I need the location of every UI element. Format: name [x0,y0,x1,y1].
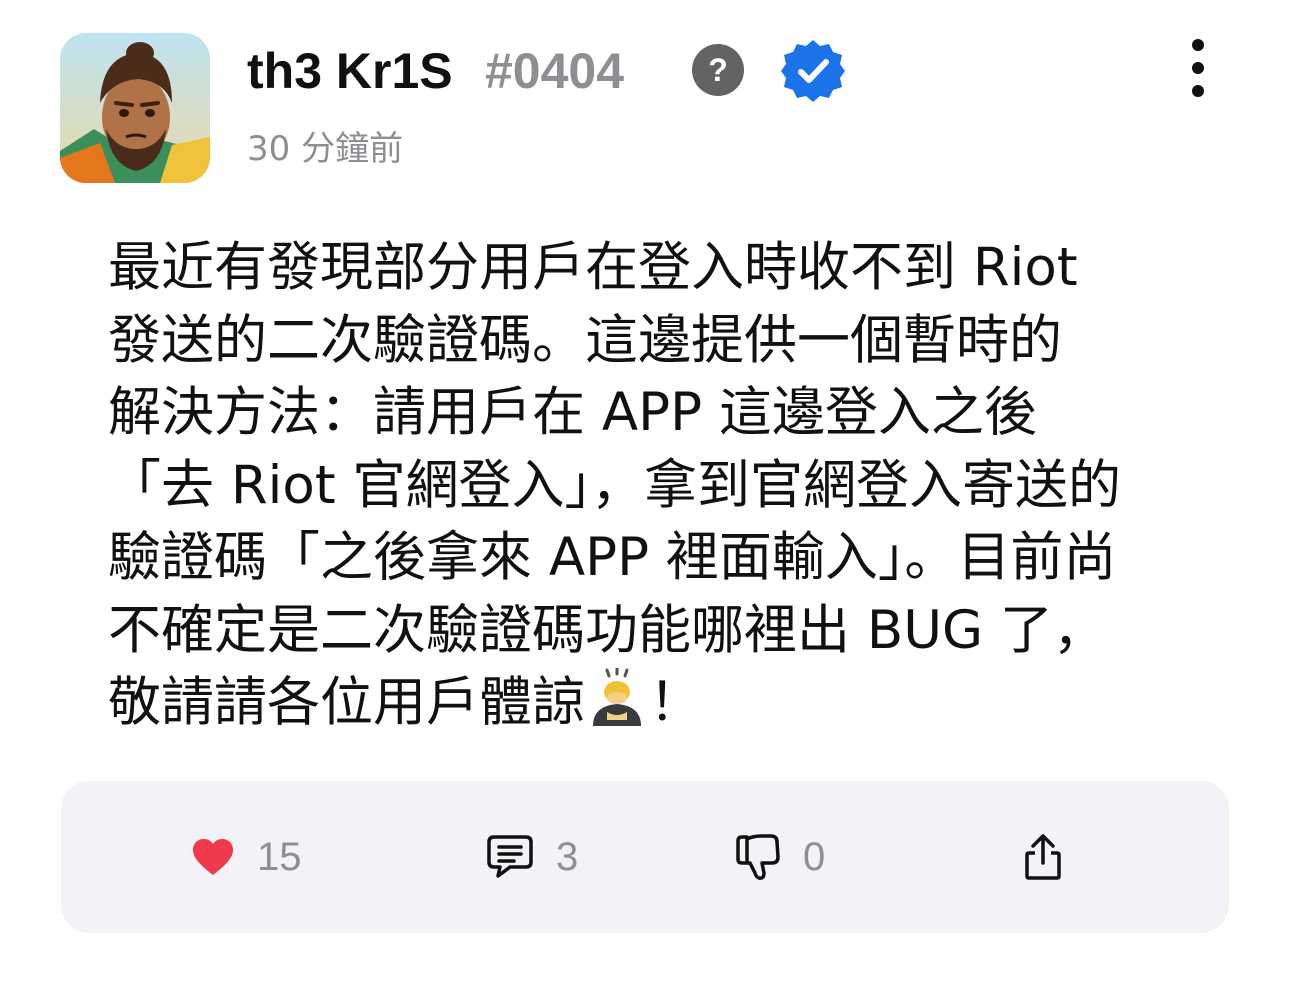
bowing-person-icon [593,668,641,726]
post-body: 最近有發現部分用戶在登入時收不到 Riot 發送的二次驗證碼。這邊提供一個暫時的… [108,232,1198,740]
body-line: 驗證碼「之後拿來 APP 裡面輸入」。目前尚 [108,527,1117,588]
author-tag: #0404 [485,43,625,99]
share-icon [1025,834,1061,880]
body-line: 敬請請各位用戶體諒 [108,672,585,733]
share-button[interactable] [1023,831,1063,883]
post-card: th3 Kr1S #0404 ? 30 分鐘前 最近有發現部分用戶在登入時收不到… [0,0,1290,1002]
author-name[interactable]: th3 Kr1S [247,36,453,106]
post-timestamp: 30 分鐘前 [247,129,404,169]
dislike-count: 0 [803,834,826,879]
action-bar: 15 3 0 [61,781,1229,933]
body-line: 「去 Riot 官網登入」，拿到官網登入寄送的 [108,454,1121,516]
help-icon[interactable]: ? [690,42,746,98]
avatar-icon [60,33,210,183]
comment-count: 3 [556,834,579,879]
dislike-button[interactable]: 0 [735,831,825,883]
heart-icon [193,839,233,875]
comment-button[interactable]: 3 [486,831,578,883]
body-line: 最近有發現部分用戶在登入時收不到 Riot [108,237,1078,298]
body-line: 發送的二次驗證碼。這邊提供一個暫時的 [108,309,1062,371]
like-button[interactable]: 15 [191,831,302,883]
thumbs-down-icon [736,834,780,880]
svg-text:?: ? [708,52,728,88]
body-line: 解決方法：請用戶在 APP 這邊登入之後 [108,382,1037,443]
body-tail: ！ [649,672,702,733]
verified-icon [781,40,845,102]
avatar[interactable] [60,33,210,183]
more-options-icon[interactable] [1180,36,1216,102]
like-count: 15 [257,834,302,879]
comment-icon [487,835,533,878]
body-line-last: 敬請請各位用戶體諒 ！ [108,667,1198,740]
body-line: 不確定是二次驗證碼功能哪裡出 BUG 了， [108,599,1106,661]
